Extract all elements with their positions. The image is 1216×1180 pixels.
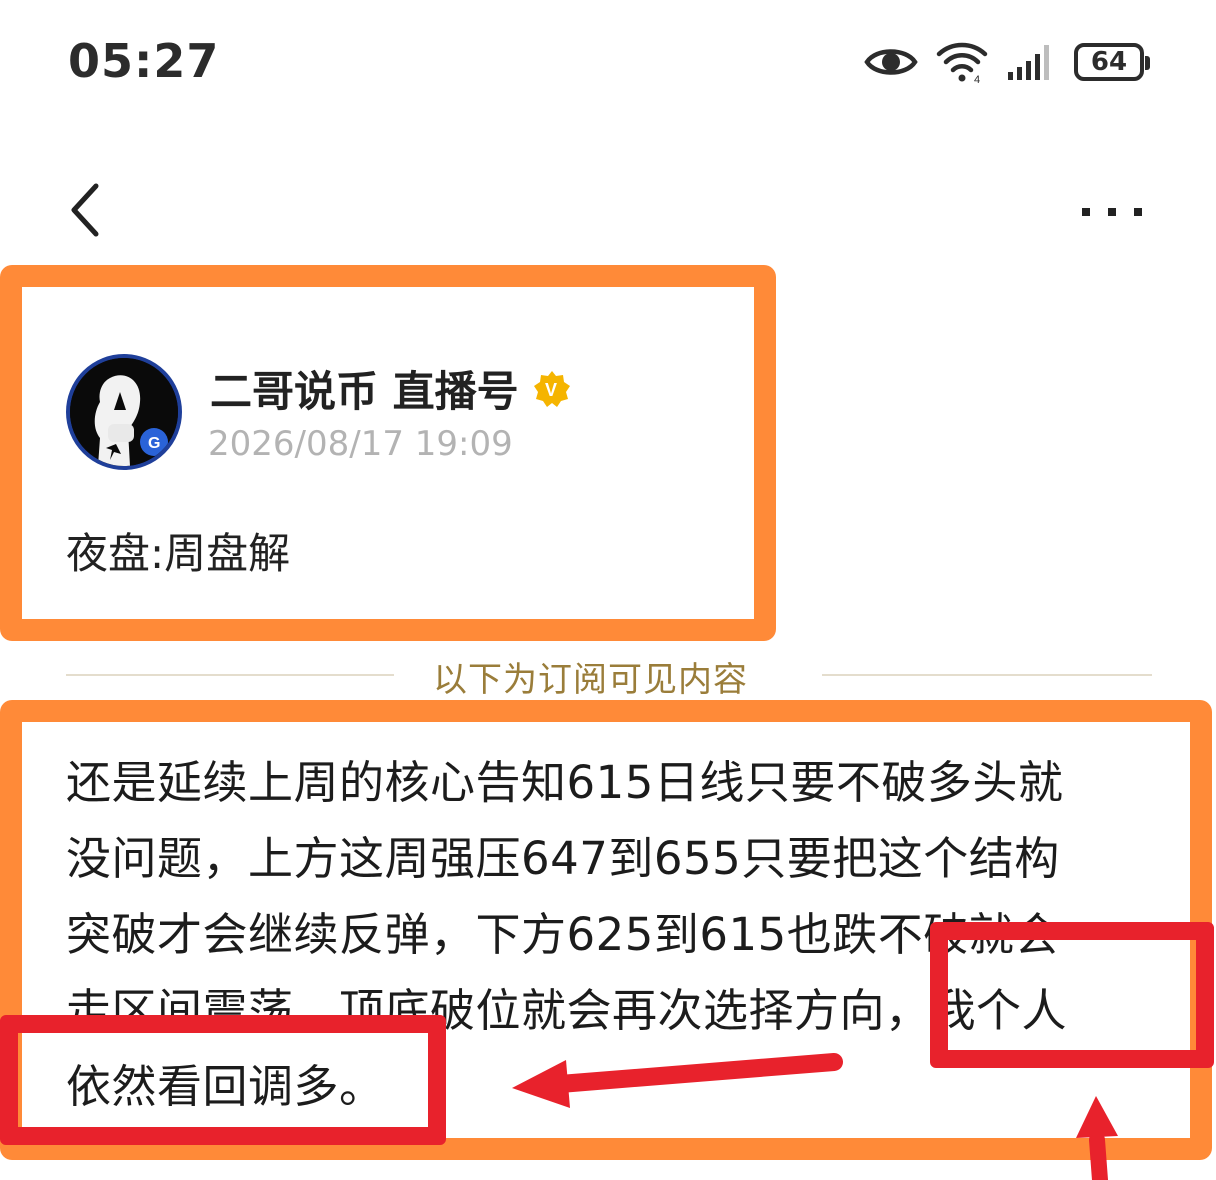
status-time: 05:27 — [68, 34, 220, 88]
more-button[interactable] — [1080, 196, 1144, 226]
chevron-left-icon — [71, 183, 99, 237]
battery-icon: 64 — [1074, 43, 1150, 81]
red-highlight-box-left — [0, 1015, 446, 1145]
signal-icon — [1008, 45, 1049, 80]
divider-line-right — [822, 674, 1152, 676]
divider-line-left — [66, 674, 394, 676]
battery-level: 64 — [1090, 47, 1128, 77]
wifi-icon: 4 — [936, 42, 988, 84]
subscription-divider-label: 以下为订阅可见内容 — [433, 660, 748, 700]
more-dots-icon — [1082, 208, 1142, 216]
back-button[interactable] — [62, 180, 112, 240]
eye-icon — [864, 49, 918, 75]
status-icons: 4 64 — [864, 38, 1150, 86]
red-highlight-box-right — [930, 922, 1214, 1068]
svg-text:4: 4 — [974, 74, 980, 84]
header-highlight-frame — [0, 265, 776, 641]
post-page: 05:27 4 64 G 二哥说币 直播号 V 2026/08/17 19:09… — [0, 0, 1216, 1180]
